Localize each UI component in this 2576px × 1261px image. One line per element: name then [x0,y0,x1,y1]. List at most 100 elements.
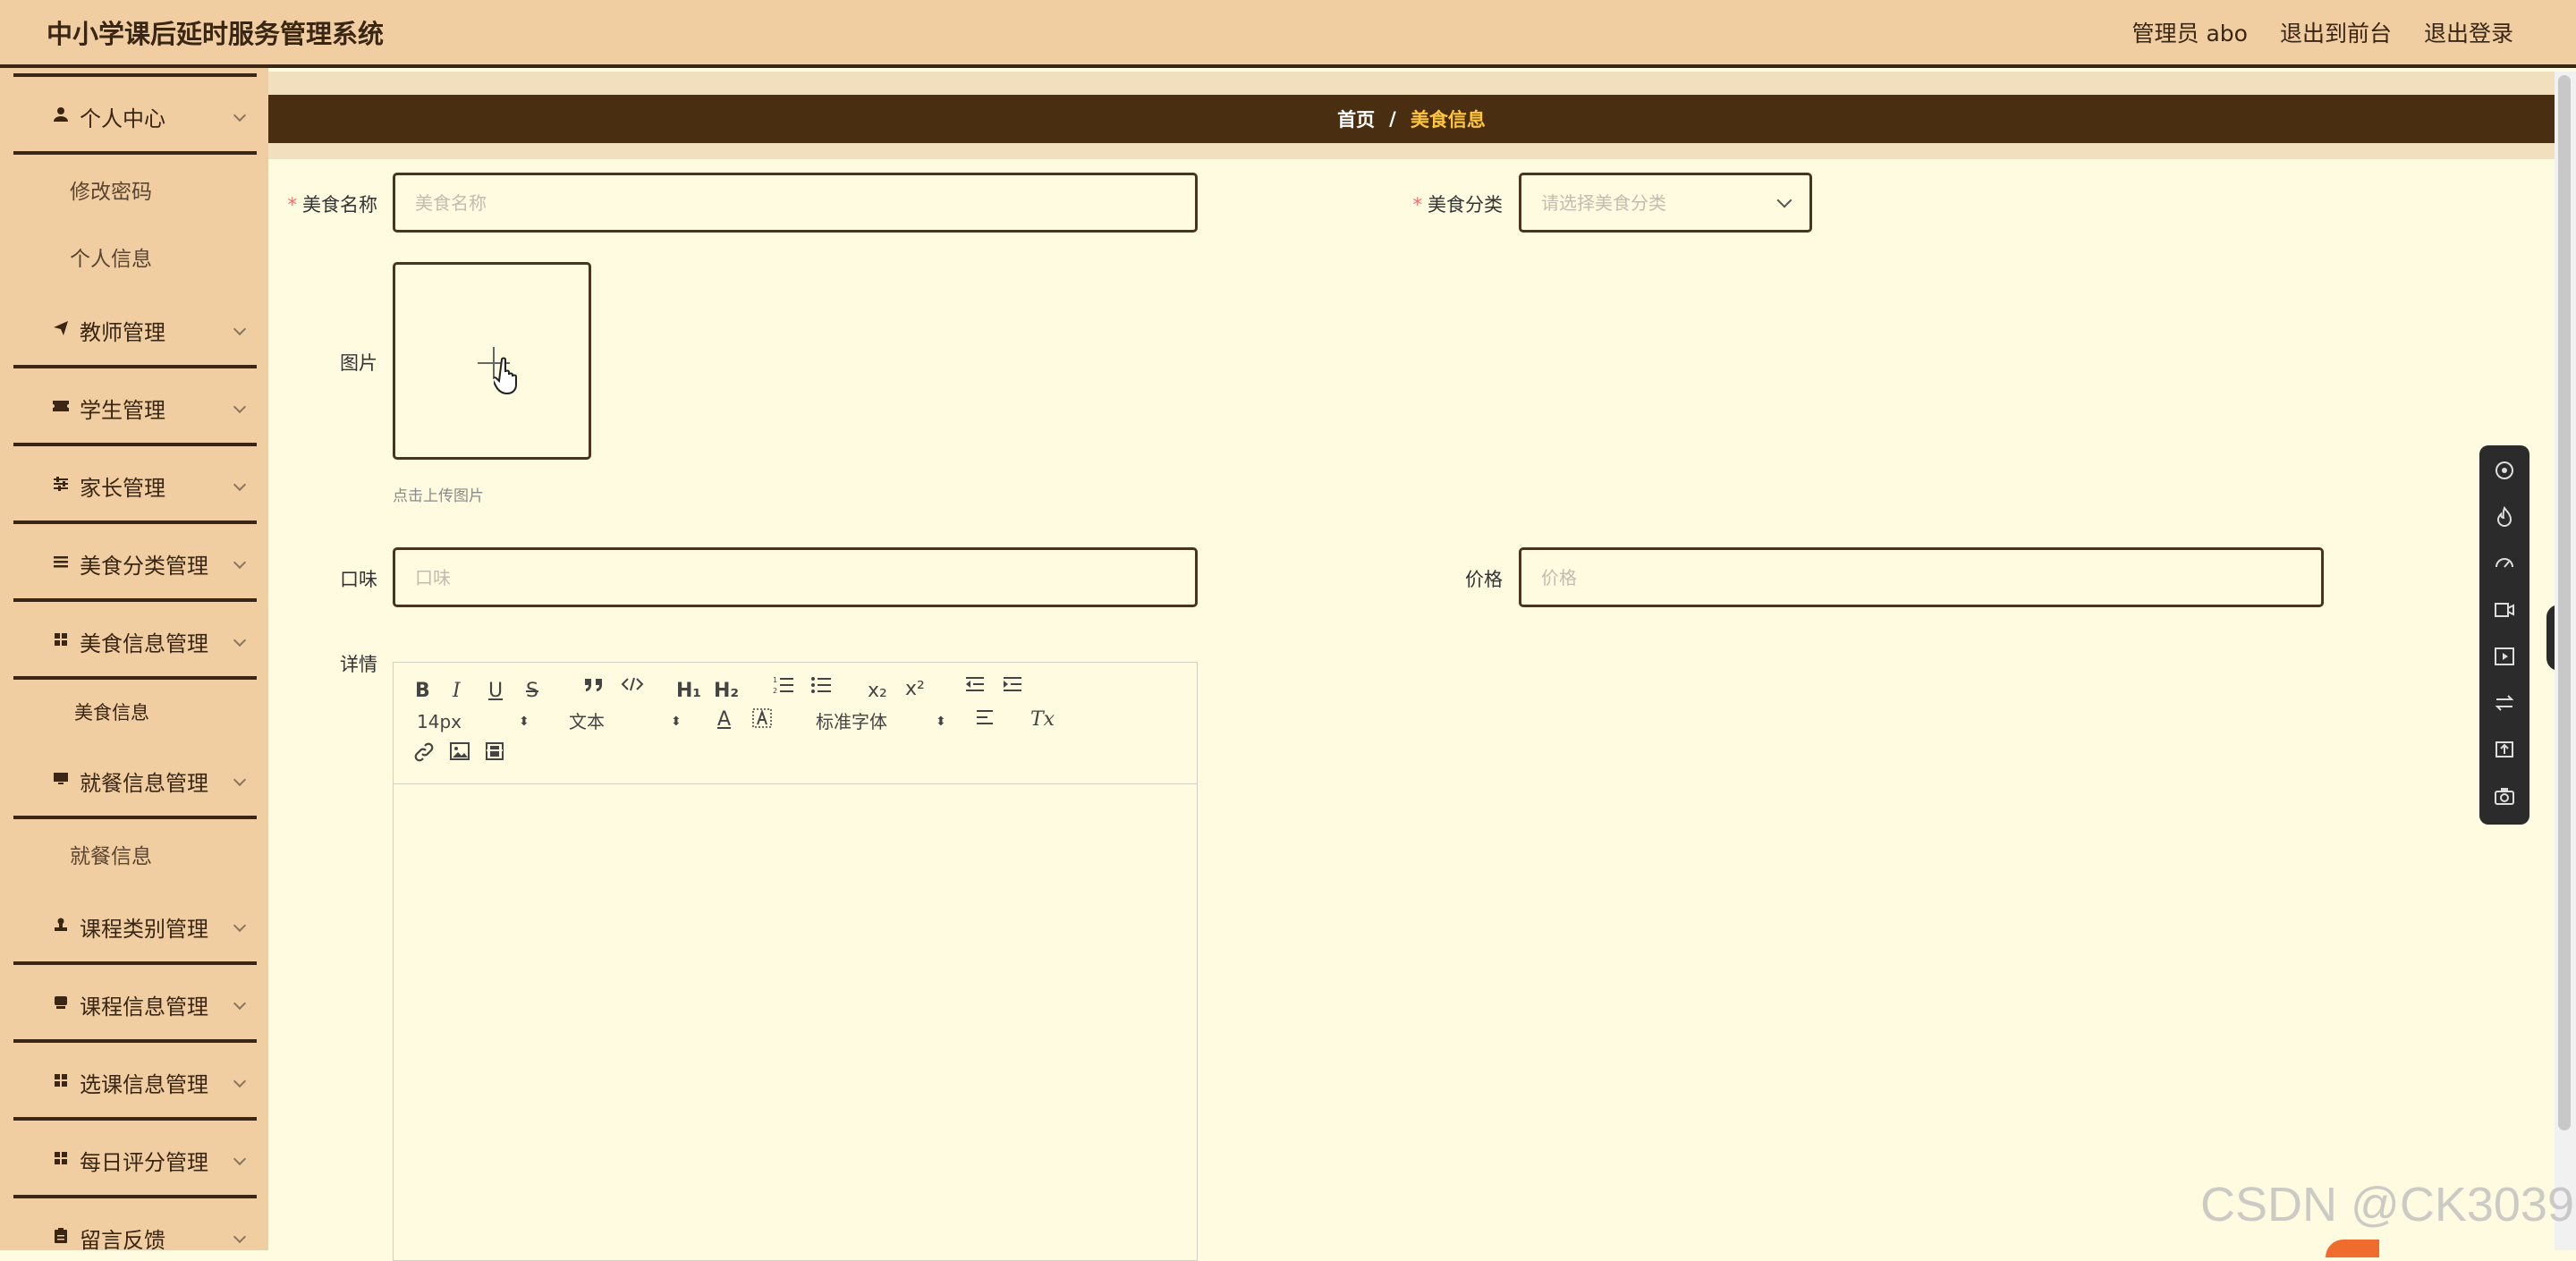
box-icon [47,995,74,1014]
font-size-select[interactable]: 14px ⬍ [417,709,533,734]
upload-tip: 点击上传图片 [393,487,484,505]
underline-button[interactable]: U [488,679,503,704]
grid-icon [47,632,74,651]
header-links: 管理员 abo 退出到前台 退出登录 [2132,9,2513,59]
image-label: 图片 [340,352,377,374]
camera-icon[interactable] [2490,782,2519,810]
sidebar-item-parent[interactable]: 家长管理 [13,459,257,512]
play-screen-icon[interactable] [2490,642,2519,671]
sidebar-item-dining[interactable]: 就餐信息管理 [13,754,257,808]
chevron-down-icon [233,1152,247,1166]
sidebar-item-student[interactable]: 学生管理 [13,381,257,435]
subscript-button[interactable]: x₂ [868,679,887,704]
sidebar-item-daily-rating[interactable]: 每日评分管理 [13,1133,257,1187]
chevron-down-icon [233,773,247,787]
sidebar-divider [13,73,257,77]
code-icon[interactable] [621,675,644,700]
background-color-icon[interactable] [751,707,773,736]
chevron-down-icon [233,478,247,492]
image-upload-button[interactable] [393,262,591,460]
chevron-down-icon [233,1230,247,1244]
taste-label: 口味 [340,569,377,590]
price-input[interactable] [1519,547,2324,607]
watermark: CSDN @CK3039 [2200,1178,2574,1231]
heading2-button[interactable]: H₂ [714,679,739,704]
food-category-label: * 美食分类 [1412,194,1504,216]
fire-icon[interactable] [2490,503,2519,531]
superscript-button[interactable]: x² [905,677,925,702]
chevron-down-icon [233,322,247,336]
sidebar-item-food-info[interactable]: 美食信息管理 [13,614,257,668]
updown-icon: ⬍ [519,715,530,729]
svg-text:2: 2 [773,687,777,695]
editor-content-area[interactable] [394,784,1197,1258]
speed-icon[interactable] [2490,549,2519,578]
video-icon[interactable] [485,741,504,768]
breadcrumb-home[interactable]: 首页 [1337,106,1375,132]
bold-button[interactable]: B [415,679,430,704]
align-left-icon[interactable] [975,707,996,734]
sidebar-divider [13,1117,257,1121]
sidebar-item-personal-center[interactable]: 个人中心 [13,89,257,143]
indent-icon[interactable] [1002,675,1023,700]
sidebar-divider [13,443,257,446]
outdent-icon[interactable] [964,675,986,700]
taste-input[interactable] [393,547,1198,607]
svg-text:1: 1 [773,676,777,684]
text-type-select[interactable]: 文本 ⬍ [569,709,685,734]
food-name-input[interactable] [393,173,1198,233]
clear-format-button[interactable]: Tx [1030,707,1055,732]
sidebar-divider [13,598,257,602]
scrollbar-thumb[interactable] [2558,75,2571,1130]
sidebar-subitem-food-info[interactable]: 美食信息 [13,690,257,735]
heading1-button[interactable]: H₁ [676,679,701,704]
user-icon [47,106,74,127]
sliders-icon [47,476,74,495]
ticket-icon [47,399,74,418]
corner-decoration [2326,1240,2379,1257]
chevron-down-icon [233,918,247,933]
stamp-icon [47,918,74,936]
detail-label: 详情 [340,654,377,675]
chevron-down-icon [1776,192,1792,208]
app-title: 中小学课后延时服务管理系统 [47,19,385,49]
breadcrumb-current: 美食信息 [1410,109,1486,131]
sidebar-divider [13,151,257,155]
editor-toolbar: B I U S H₁ H₂ 12 x₂ x² 14px ⬍ 文本 ⬍ A 标准字… [394,663,1197,784]
sidebar-item-course-selection[interactable]: 选课信息管理 [13,1055,257,1109]
sidebar-subitem-change-password[interactable]: 修改密码 [13,170,257,215]
chevron-down-icon [233,1074,247,1088]
settings-icon[interactable] [2490,456,2519,485]
sidebar-item-course-type[interactable]: 课程类别管理 [13,900,257,953]
send-icon [47,320,74,341]
sidebar-item-food-category[interactable]: 美食分类管理 [13,537,257,590]
sidebar-item-course-info[interactable]: 课程信息管理 [13,977,257,1031]
logout-link[interactable]: 退出登录 [2424,9,2513,59]
grid-icon [47,1073,74,1092]
hand-cursor-icon [494,357,517,395]
sidebar-item-teacher[interactable]: 教师管理 [13,303,257,357]
to-front-link[interactable]: 退出到前台 [2280,9,2392,59]
record-video-icon[interactable] [2490,596,2519,624]
swap-icon[interactable] [2490,689,2519,717]
sidebar-divider [13,520,257,524]
quote-icon[interactable] [583,675,605,700]
italic-button[interactable]: I [453,679,461,704]
font-family-select[interactable]: 标准字体 ⬍ [816,709,950,734]
sidebar-subitem-personal-info[interactable]: 个人信息 [13,237,257,282]
sidebar-subitem-dining-info[interactable]: 就餐信息 [13,834,257,879]
ordered-list-icon[interactable]: 12 [773,675,794,702]
font-color-button[interactable]: A [717,707,731,732]
food-category-select[interactable]: 请选择美食分类 [1519,173,1812,233]
crop-icon[interactable] [2490,735,2519,764]
price-label: 价格 [1465,569,1503,590]
bullet-list-icon[interactable] [810,675,832,702]
admin-label: 管理员 abo [2131,21,2248,47]
sidebar-item-feedback[interactable]: 留言反馈 [13,1211,257,1250]
content-bottom-strip [268,143,2555,159]
sidebar-item-label: 个人中心 [80,106,165,131]
image-icon[interactable] [449,741,470,768]
list-icon [47,554,74,573]
strike-button[interactable]: S [526,679,538,704]
link-icon[interactable] [413,741,435,770]
